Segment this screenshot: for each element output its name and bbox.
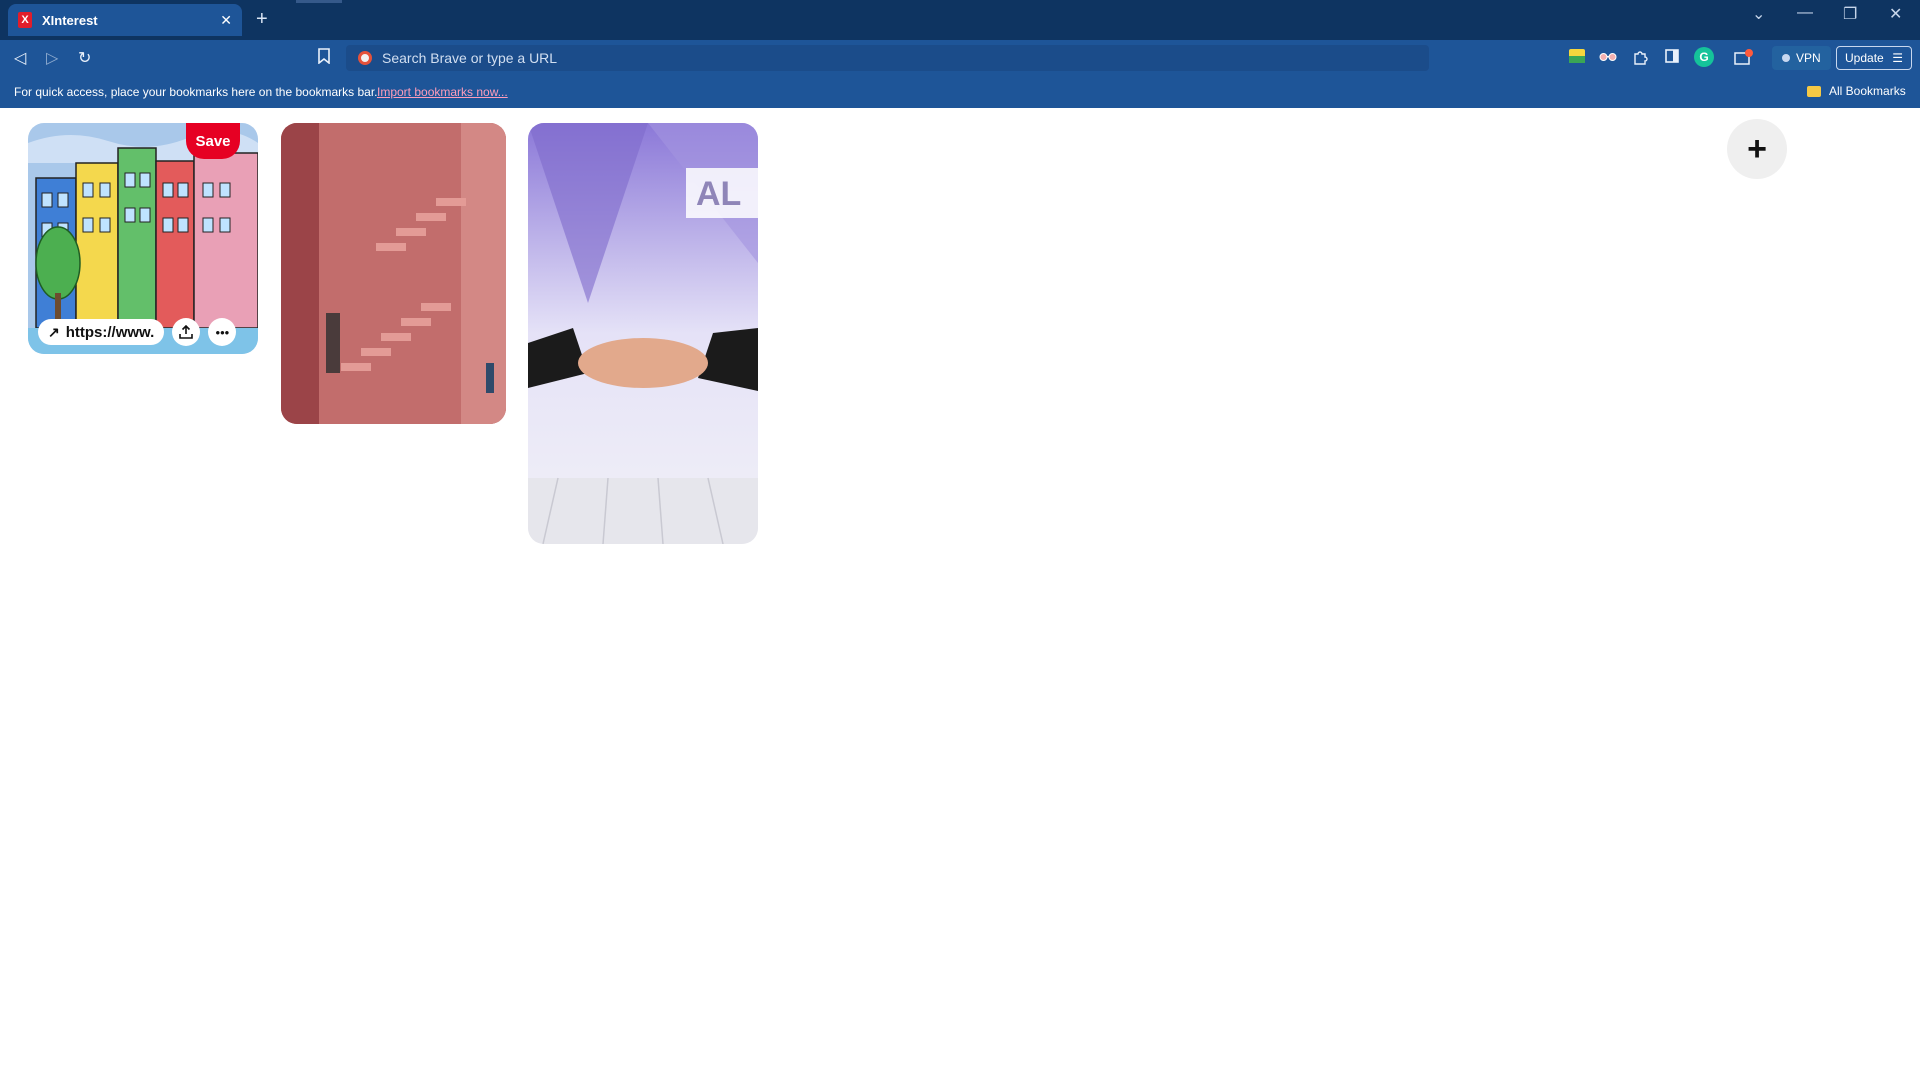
save-button[interactable]: Save	[186, 123, 240, 159]
all-bookmarks-button[interactable]: All Bookmarks	[1807, 84, 1906, 98]
menu-icon: ☰	[1892, 51, 1903, 65]
wallet-notification-icon[interactable]	[1734, 49, 1753, 67]
bookmarks-message: For quick access, place your bookmarks h…	[14, 85, 378, 99]
title-bar: X XInterest ✕ + ⌄ — ❐ ✕	[0, 0, 1920, 40]
sidebar-toggle-icon[interactable]	[1663, 49, 1681, 67]
grammarly-icon[interactable]: G	[1694, 47, 1714, 67]
import-bookmarks-link[interactable]: Import bookmarks now...	[377, 85, 508, 99]
address-placeholder: Search Brave or type a URL	[382, 50, 558, 66]
minimize-button[interactable]: —	[1797, 4, 1813, 22]
extension-glasses-icon[interactable]	[1599, 49, 1617, 67]
tabstrip-drag-handle	[296, 0, 342, 3]
pin-card-colorful-houses[interactable]: Save ↗ https://www. •••	[28, 123, 258, 354]
svg-text:G: G	[1699, 50, 1708, 64]
bookmark-icon[interactable]	[318, 48, 330, 69]
pin-link-label: https://www.	[65, 323, 155, 341]
tab-title: XInterest	[42, 12, 98, 28]
update-button[interactable]: Update ☰	[1836, 46, 1912, 70]
more-icon[interactable]: •••	[208, 318, 237, 346]
stairs-photo	[281, 123, 506, 424]
handshake-photo: AL	[528, 123, 758, 544]
brave-shield-icon[interactable]	[358, 51, 372, 65]
restore-button[interactable]: ❐	[1843, 4, 1857, 24]
folder-icon	[1807, 85, 1821, 97]
browser-toolbar: ◁ ▷ ↻ Search Brave or type a URL G VPN U…	[0, 40, 1920, 76]
new-tab-button[interactable]: +	[256, 9, 268, 29]
back-button[interactable]: ◁	[14, 48, 26, 68]
browser-tab[interactable]: X XInterest ✕	[8, 4, 242, 36]
extension-emoji-icon[interactable]	[1568, 49, 1586, 67]
vpn-status-icon	[1782, 54, 1790, 62]
add-pin-button[interactable]: +	[1727, 119, 1787, 179]
arrow-up-right-icon: ↗	[48, 323, 60, 340]
vpn-button[interactable]: VPN	[1772, 46, 1831, 70]
vpn-label: VPN	[1796, 51, 1821, 65]
address-bar[interactable]: Search Brave or type a URL	[346, 45, 1429, 71]
reload-button[interactable]: ↻	[78, 48, 91, 68]
forward-button[interactable]: ▷	[46, 48, 58, 68]
all-bookmarks-label: All Bookmarks	[1829, 84, 1906, 98]
pin-link-chip[interactable]: ↗ https://www.	[38, 319, 165, 345]
bookmarks-bar: For quick access, place your bookmarks h…	[0, 76, 1920, 108]
chevron-down-icon[interactable]: ⌄	[1752, 4, 1765, 24]
update-label: Update	[1845, 51, 1884, 65]
window-close-button[interactable]: ✕	[1889, 4, 1902, 24]
pin-actions: ↗ https://www. •••	[38, 318, 237, 346]
pin-card-pink-stairs[interactable]	[281, 123, 506, 424]
image-text: AL	[696, 175, 741, 213]
pin-card-handshake[interactable]: AL	[528, 123, 758, 544]
upload-icon[interactable]	[172, 318, 201, 346]
close-icon[interactable]: ✕	[220, 12, 232, 29]
tab-favicon: X	[18, 12, 32, 28]
extensions-puzzle-icon[interactable]	[1631, 49, 1649, 67]
